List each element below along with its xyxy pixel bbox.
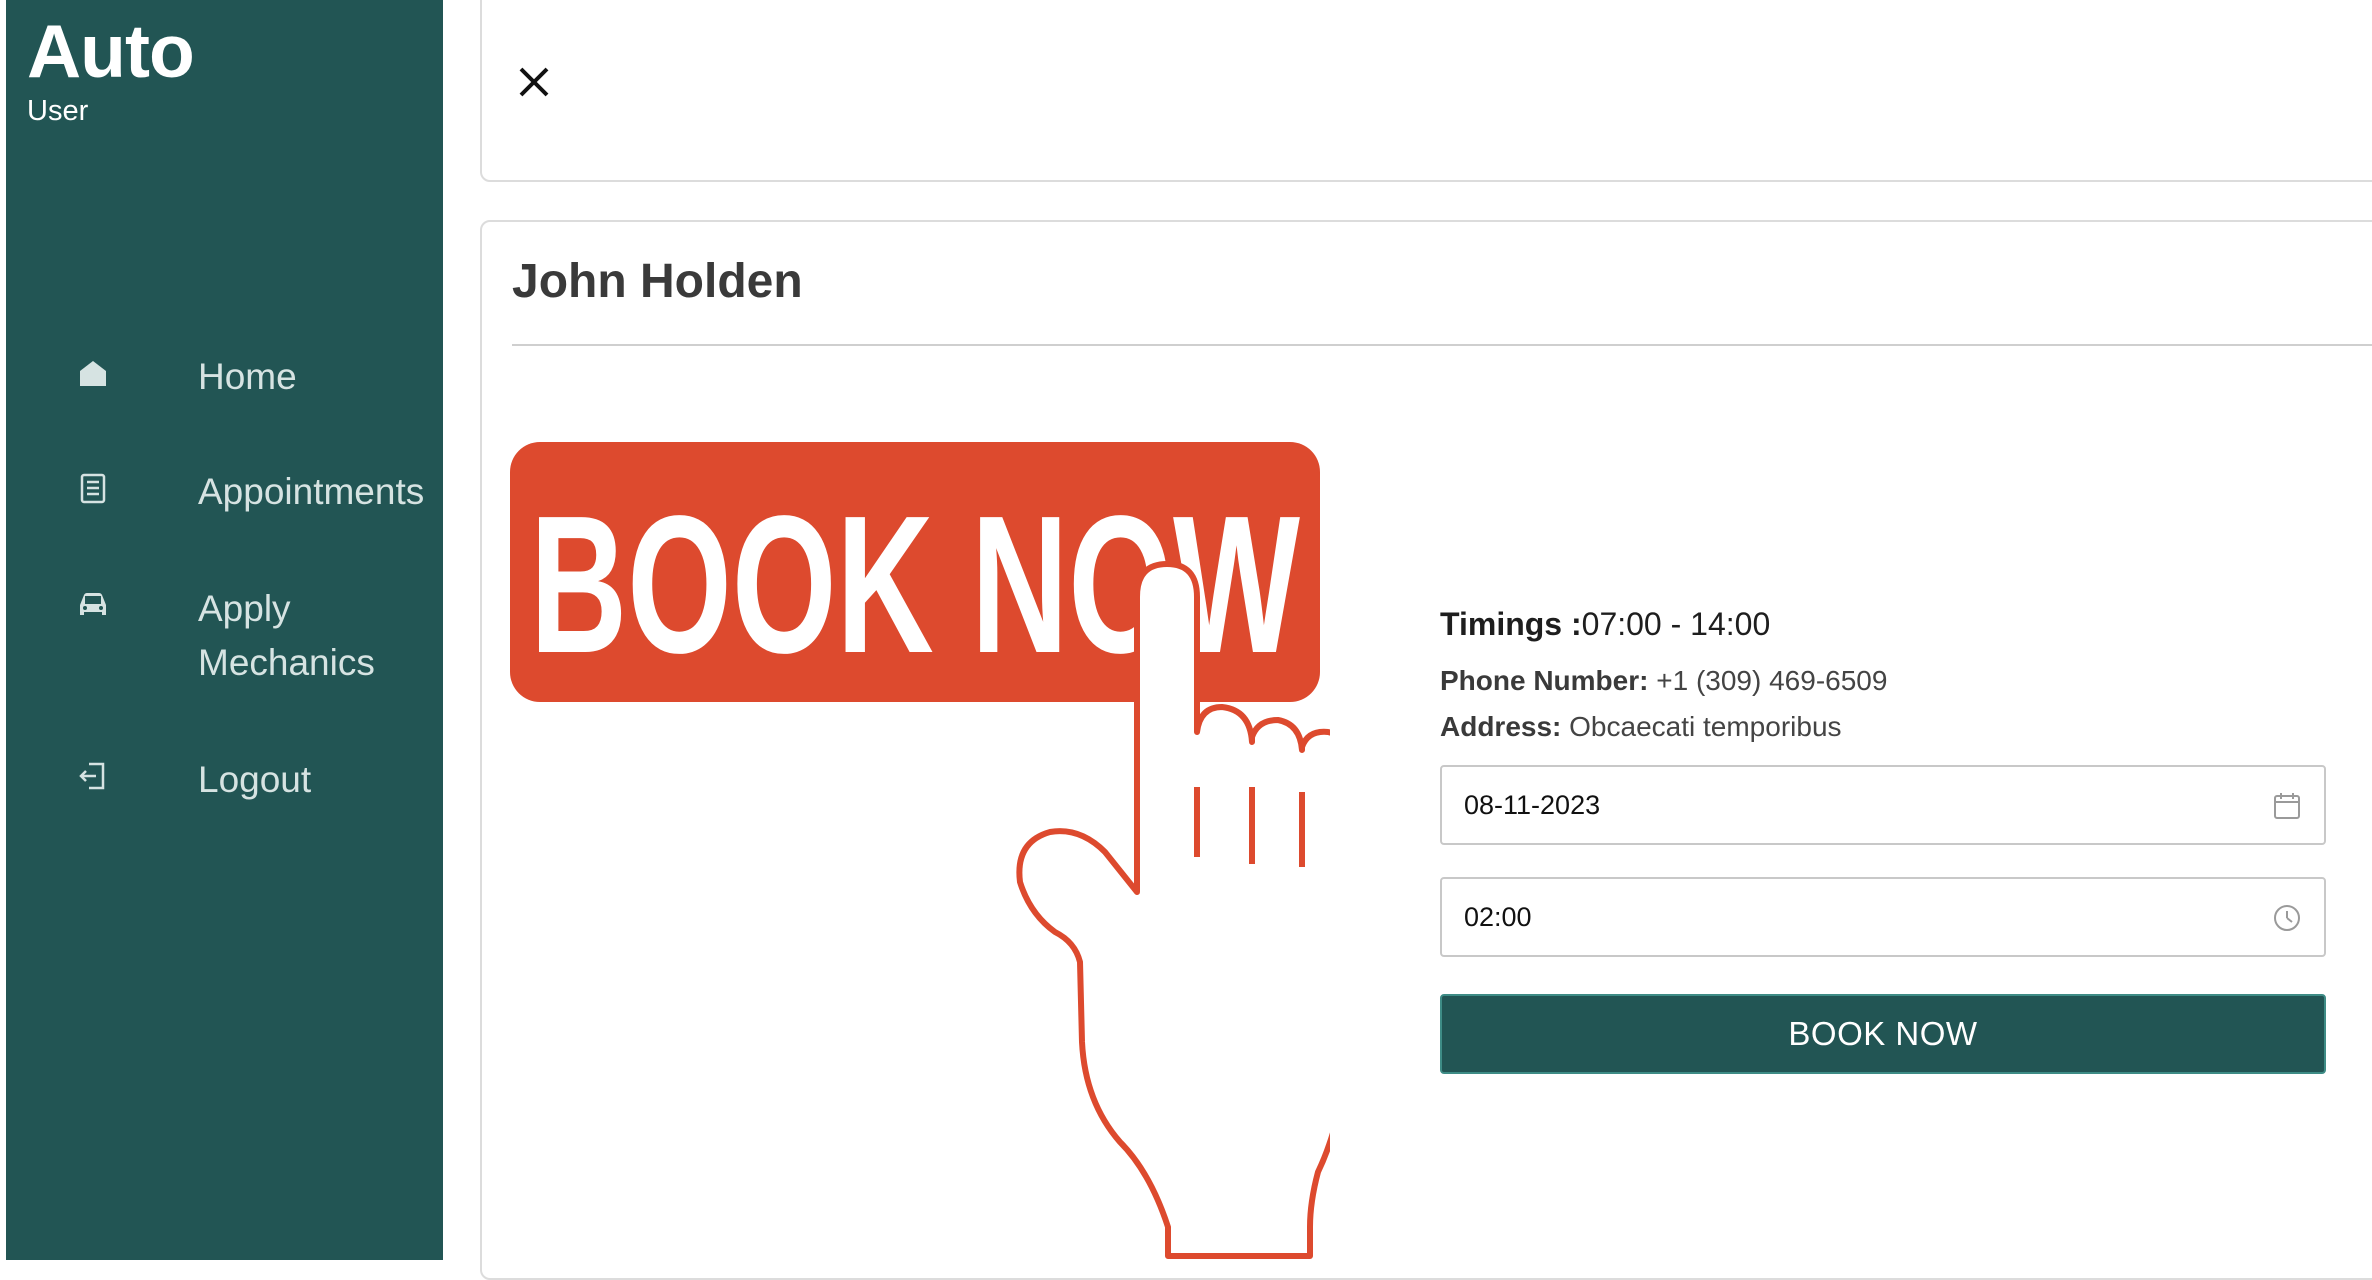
phone-value: +1 (309) 469-6509: [1656, 665, 1888, 696]
calendar-icon[interactable]: [2272, 791, 2302, 821]
sidebar-item-label: Logout: [198, 759, 312, 800]
sidebar-item-logout[interactable]: Logout: [74, 753, 438, 807]
timings-value: 07:00 - 14:00: [1581, 606, 1771, 642]
car-icon: [74, 586, 112, 624]
book-now-graphic: BOOK NOW: [510, 442, 1330, 1259]
timings: Timings :07:00 - 14:00: [1440, 606, 2340, 643]
divider: [512, 344, 2372, 346]
sidebar-item-label: Home: [198, 356, 297, 397]
mechanic-card: John Holden BOOK NOW Timings :07:00 - 14…: [480, 220, 2372, 1280]
home-icon: [74, 354, 112, 392]
phone-row: Phone Number: +1 (309) 469-6509: [1440, 665, 2340, 697]
book-now-button[interactable]: BOOK NOW: [1440, 994, 2326, 1074]
time-field[interactable]: 02:00: [1440, 877, 2326, 957]
brand: Auto User: [27, 9, 195, 128]
timings-label: Timings :: [1440, 606, 1582, 642]
logout-icon: [74, 757, 112, 795]
clock-icon[interactable]: [2272, 903, 2302, 933]
header-card: [480, 0, 2372, 182]
sidebar-item-home[interactable]: Home: [74, 350, 438, 404]
list-icon: [74, 469, 112, 507]
address-value: Obcaecati temporibus: [1569, 711, 1842, 742]
mechanic-info: Timings :07:00 - 14:00 Phone Number: +1 …: [1440, 606, 2340, 743]
phone-label: Phone Number:: [1440, 665, 1649, 696]
address-row: Address: Obcaecati temporibus: [1440, 711, 2340, 743]
sidebar-item-appointments[interactable]: Appointments: [74, 465, 438, 519]
sidebar: Auto User Home Appointments Apply Mechan…: [6, 0, 443, 1260]
close-icon[interactable]: [512, 60, 556, 104]
sidebar-item-label: Appointments: [198, 471, 425, 512]
brand-subtitle: User: [27, 95, 89, 127]
date-value: 08-11-2023: [1464, 789, 1601, 820]
mechanic-name: John Holden: [512, 255, 803, 308]
brand-title: Auto: [27, 9, 195, 93]
sidebar-item-apply-mechanics[interactable]: Apply Mechanics: [74, 582, 438, 690]
address-label: Address:: [1440, 711, 1562, 742]
sidebar-item-label: Apply Mechanics: [198, 588, 375, 683]
time-value: 02:00: [1464, 901, 1532, 932]
date-field[interactable]: 08-11-2023: [1440, 765, 2326, 845]
